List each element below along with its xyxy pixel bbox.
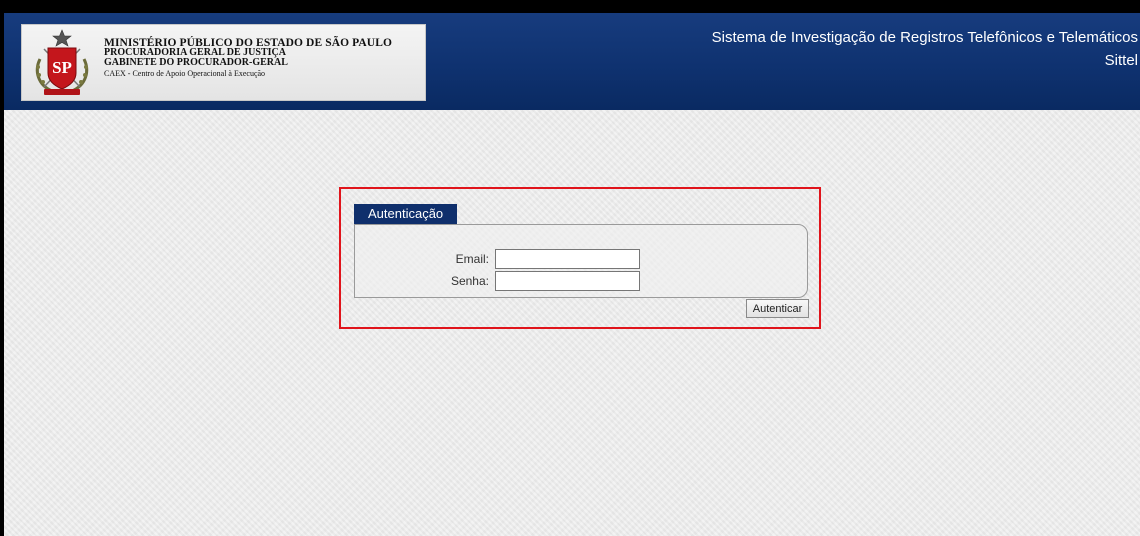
org-sub-3: CAEX - Centro de Apoio Operacional à Exe…	[104, 69, 266, 78]
system-short-name: Sittel	[1104, 52, 1138, 69]
institution-name-block: MINISTÉRIO PÚBLICO DO ESTADO DE SÃO PAUL…	[104, 37, 392, 79]
login-form: Email: Senha:	[354, 224, 808, 298]
institution-logo-banner: SP MINISTÉRIO PÚBLICO DO ESTADO DE SÃO P…	[21, 24, 426, 101]
system-full-name: Sistema de Investigação de Registros Tel…	[711, 29, 1138, 46]
org-sub-2: GABINETE DO PROCURADOR-GERAL	[104, 57, 288, 68]
sao-paulo-seal-icon: SP	[35, 29, 89, 95]
page-viewport: SP MINISTÉRIO PÚBLICO DO ESTADO DE SÃO P…	[4, 13, 1140, 536]
email-label: Email:	[455, 252, 489, 266]
email-field[interactable]	[495, 249, 640, 269]
seal-letters: SP	[52, 58, 72, 77]
auth-panel-title: Autenticação	[354, 204, 458, 224]
password-label: Senha:	[450, 274, 489, 288]
system-title-block: Sistema de Investigação de Registros Tel…	[712, 26, 1138, 72]
site-header: SP MINISTÉRIO PÚBLICO DO ESTADO DE SÃO P…	[4, 13, 1140, 110]
password-field[interactable]	[495, 271, 640, 291]
authenticate-button[interactable]: Autenticar	[746, 299, 809, 318]
